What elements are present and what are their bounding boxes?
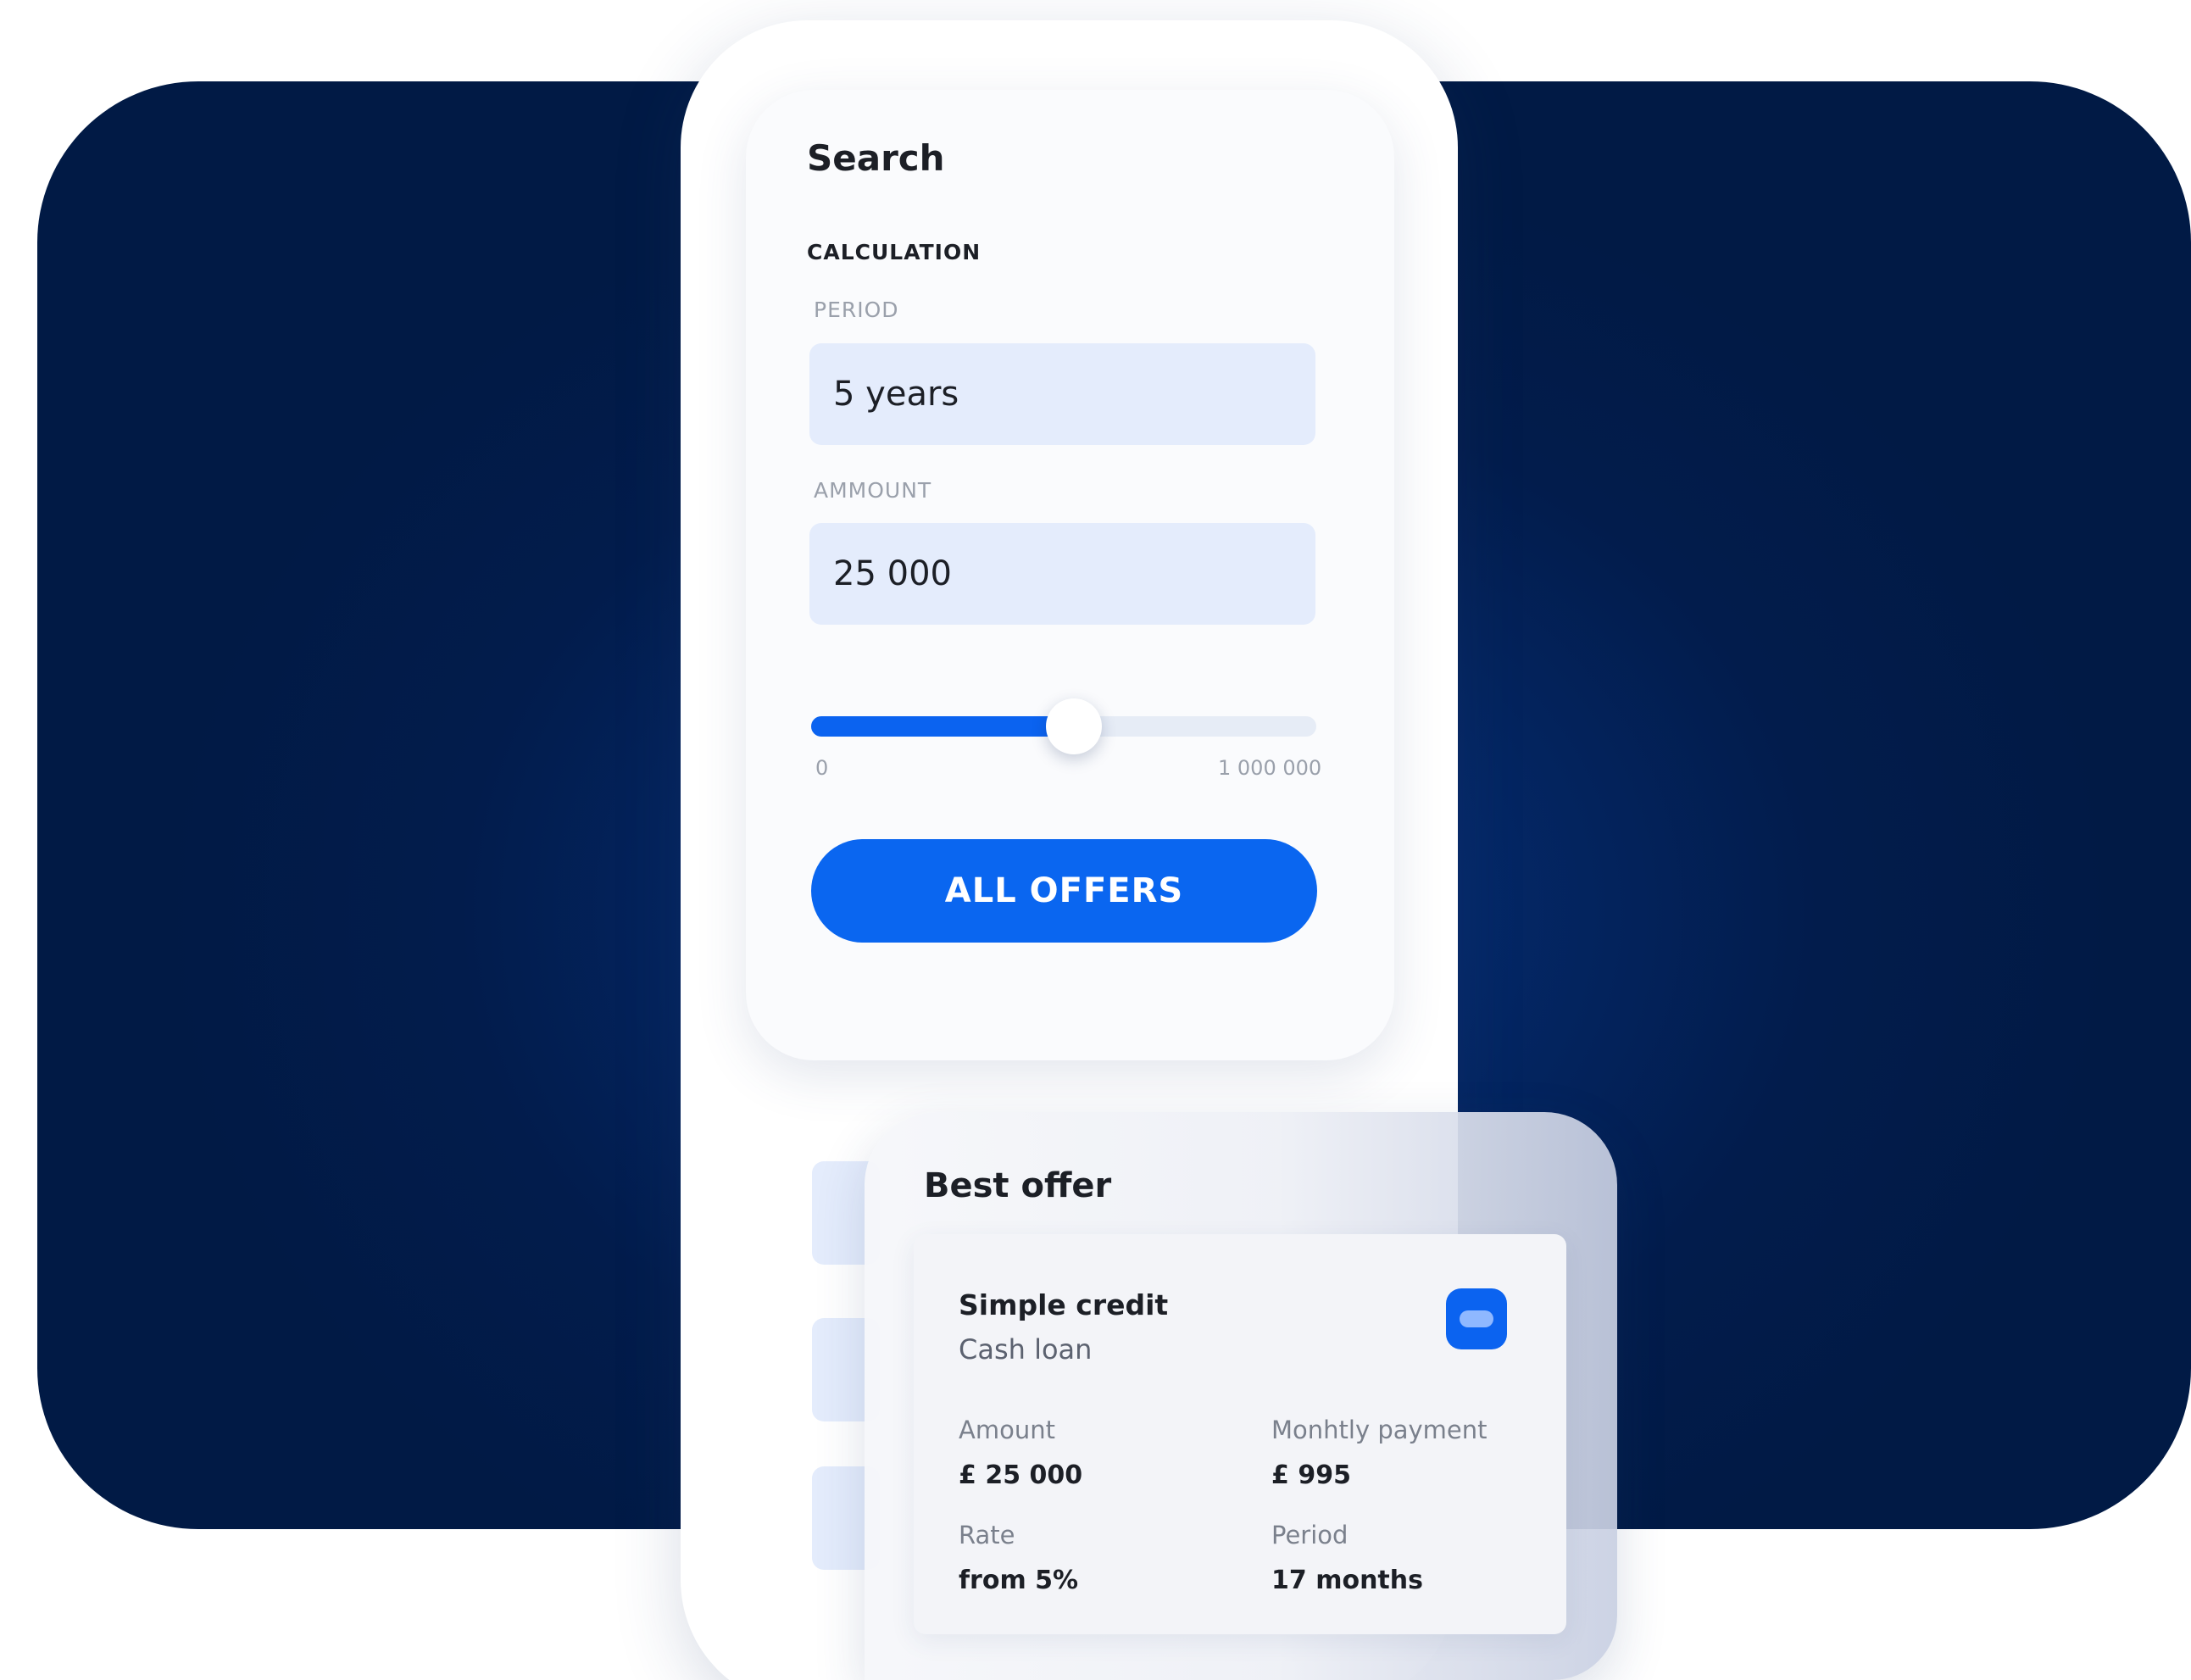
slider-min-label: 0 (815, 756, 829, 780)
offer-type: Cash loan (959, 1333, 1093, 1366)
period-label: PERIOD (814, 298, 899, 322)
card-icon (1446, 1288, 1507, 1349)
slider-max-label: 1 000 000 (1218, 756, 1322, 780)
period-field[interactable]: 5 years (809, 343, 1315, 445)
period-key: Period (1271, 1521, 1349, 1549)
calculation-heading: CALCULATION (807, 240, 982, 264)
amount-label: AMMOUNT (814, 478, 932, 503)
slider-handle[interactable] (1046, 698, 1102, 754)
best-offer-title: Best offer (924, 1166, 1112, 1205)
stage: Search CALCULATION PERIOD 5 years AMMOUN… (0, 0, 2191, 1680)
amount-value: 25 000 (833, 554, 952, 593)
all-offers-button[interactable]: ALL OFFERS (811, 839, 1317, 943)
rate-value: from 5% (959, 1566, 1079, 1595)
amount-value-text: £ 25 000 (959, 1460, 1083, 1490)
search-title: Search (807, 137, 945, 179)
payment-key: Monhtly payment (1271, 1416, 1488, 1444)
period-value-text: 17 months (1271, 1566, 1423, 1595)
period-value: 5 years (833, 375, 959, 414)
amount-field[interactable]: 25 000 (809, 523, 1315, 625)
rate-key: Rate (959, 1521, 1015, 1549)
slider-fill (811, 716, 1074, 737)
offer-name: Simple credit (959, 1288, 1169, 1321)
payment-value: £ 995 (1271, 1460, 1351, 1490)
amount-key: Amount (959, 1416, 1055, 1444)
